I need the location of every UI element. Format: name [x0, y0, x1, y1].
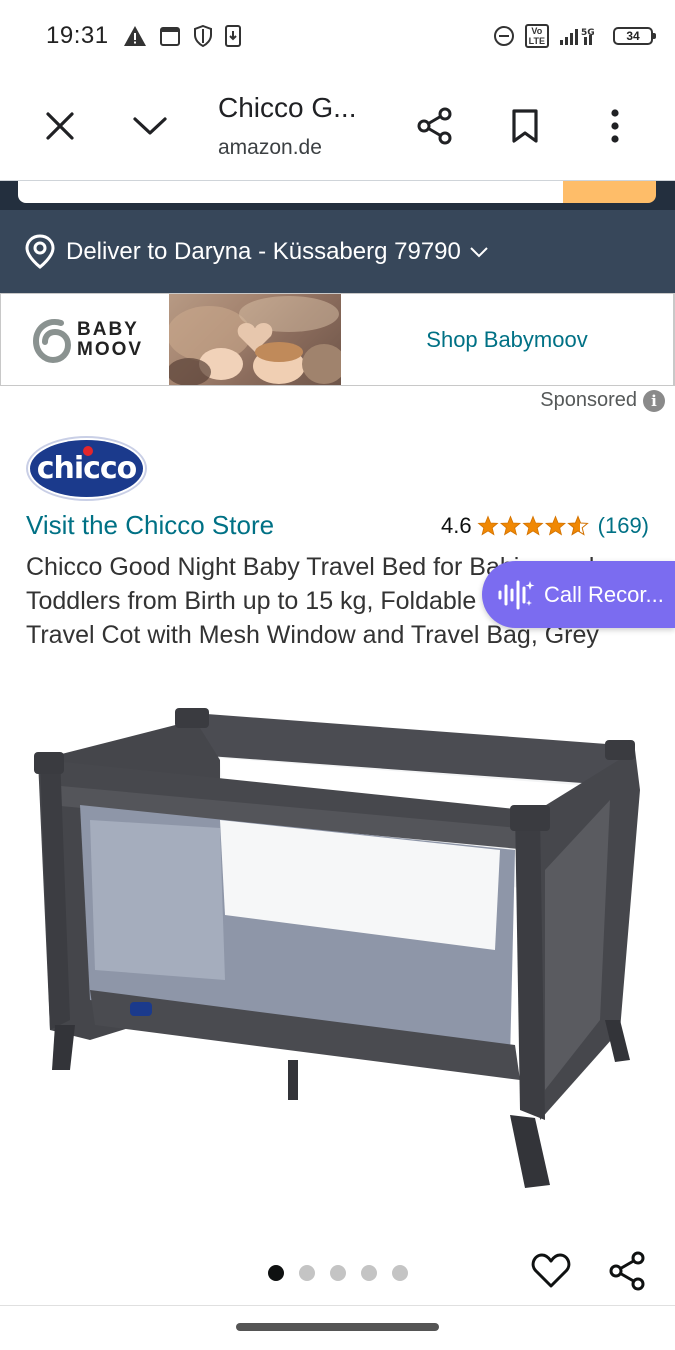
rating-value: 4.6	[441, 513, 472, 538]
browser-toolbar: Chicco G... amazon.de	[0, 72, 675, 180]
gesture-navigation-bar[interactable]	[236, 1323, 439, 1331]
sponsored-banner[interactable]: BABY MOOV Shop Babymoov	[0, 293, 675, 386]
calendar-icon	[159, 25, 181, 47]
bookmark-icon	[512, 109, 538, 143]
share-icon	[417, 107, 452, 145]
rating-count-link[interactable]: (169)	[598, 513, 649, 539]
do-not-disturb-icon	[493, 25, 515, 47]
call-recorder-label: Call Recor...	[544, 581, 664, 607]
call-recorder-overlay[interactable]: Call Recor...	[482, 561, 675, 628]
ad-photo	[169, 294, 341, 385]
product-image[interactable]	[20, 700, 660, 1200]
status-time: 19:31	[46, 22, 109, 49]
page-url: amazon.de	[218, 136, 322, 159]
status-bar: 19:31 Vo LTE 5G 34	[0, 0, 675, 72]
svg-text:5G: 5G	[581, 28, 595, 38]
chevron-down-icon	[470, 246, 488, 257]
share-icon	[609, 1251, 645, 1291]
star-rating-icon	[477, 515, 589, 537]
more-options-button[interactable]	[587, 98, 643, 154]
brand-logo-text: chicco	[36, 451, 138, 486]
status-notification-icons	[123, 25, 241, 47]
battery-icon: 34	[613, 27, 656, 45]
babymoov-logo: BABY MOOV	[1, 294, 169, 385]
shop-babymoov-link[interactable]: Shop Babymoov	[341, 294, 673, 385]
chevron-down-icon	[133, 117, 167, 135]
sponsored-label[interactable]: Sponsored i	[540, 389, 665, 412]
volte-icon: Vo LTE	[524, 24, 549, 48]
brand-logo-dot	[83, 446, 93, 456]
ad-logo-line2: MOOV	[77, 338, 144, 360]
chicco-brand-logo[interactable]: chicco	[26, 436, 147, 501]
close-tab-button[interactable]	[32, 98, 88, 154]
close-icon	[46, 112, 74, 140]
page-title: Chicco G...	[218, 92, 357, 123]
carousel-dot[interactable]	[268, 1265, 284, 1281]
heart-icon	[531, 1253, 571, 1288]
visit-store-link[interactable]: Visit the Chicco Store	[26, 510, 274, 541]
more-vert-icon	[611, 109, 619, 143]
deliver-to-bar[interactable]: Deliver to Daryna - Küssaberg 79790	[0, 210, 675, 293]
minimize-button[interactable]	[122, 98, 178, 154]
carousel-dot[interactable]	[392, 1265, 408, 1281]
share-product-button[interactable]	[604, 1248, 650, 1294]
add-to-wishlist-button[interactable]	[528, 1248, 574, 1294]
search-bar-partial	[0, 180, 675, 210]
rating-summary[interactable]: 4.6 (169)	[441, 513, 649, 539]
share-page-button[interactable]	[407, 98, 463, 154]
location-pin-icon	[25, 233, 55, 269]
bookmark-button[interactable]	[497, 98, 553, 154]
shield-icon	[193, 25, 213, 47]
audio-wave-icon	[498, 580, 535, 609]
sponsored-text: Sponsored	[540, 389, 637, 411]
ad-logo-line1: BABY	[77, 318, 139, 340]
carousel-dot[interactable]	[361, 1265, 377, 1281]
status-system-icons: Vo LTE 5G 34	[493, 24, 656, 48]
deliver-to-text: Deliver to Daryna - Küssaberg 79790	[66, 237, 461, 265]
search-button[interactable]	[563, 181, 656, 203]
search-input[interactable]	[18, 181, 563, 203]
info-icon[interactable]: i	[643, 389, 665, 412]
carousel-dot[interactable]	[330, 1265, 346, 1281]
warning-icon	[123, 25, 147, 47]
babymoov-mark-icon	[32, 318, 71, 363]
download-phone-icon	[224, 25, 241, 47]
signal-icon: 5G	[559, 25, 603, 47]
carousel-dot[interactable]	[299, 1265, 315, 1281]
image-carousel-dots[interactable]	[268, 1265, 408, 1281]
divider	[0, 1305, 675, 1306]
